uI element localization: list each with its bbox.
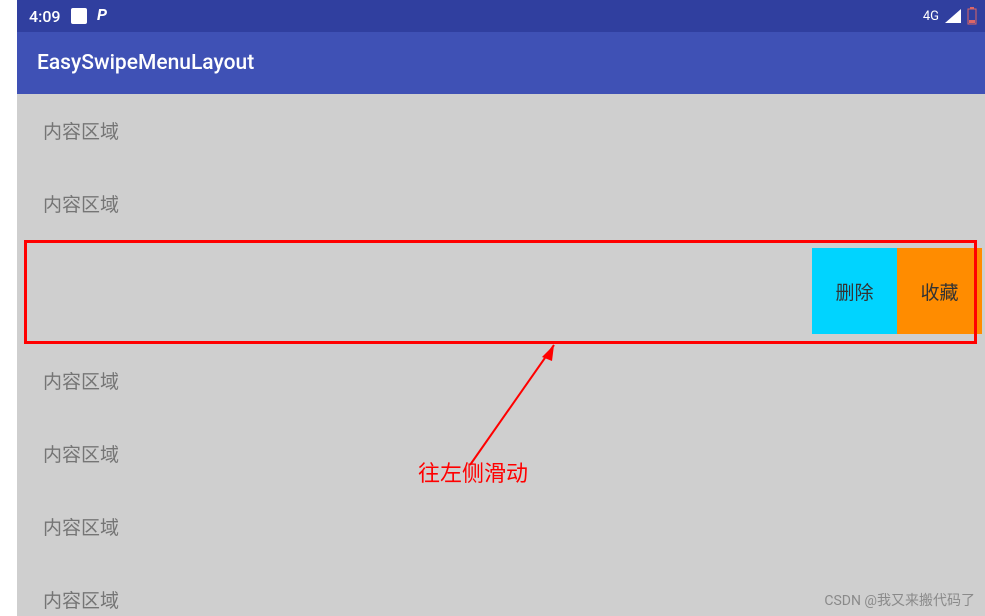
svg-text:P: P [97,6,108,22]
list-item-label: 内容区域 [43,513,119,540]
network-label: 4G [923,9,939,24]
list-item[interactable]: 内容区域 [17,167,985,240]
notification-icon [71,8,87,24]
app-title: EasySwipeMenuLayout [37,51,254,75]
swiped-list-item[interactable]: 删除 收藏 [17,240,985,344]
list[interactable]: 内容区域 内容区域 删除 收藏 内容区域 内容区域 内容区域 [17,94,985,616]
app-bar: EasySwipeMenuLayout [17,32,985,94]
list-item[interactable]: 内容区域 [17,94,985,167]
favorite-button[interactable]: 收藏 [897,248,982,334]
list-item-label: 内容区域 [43,367,119,394]
battery-icon [967,7,977,25]
list-item[interactable]: 内容区域 [17,344,985,417]
status-right: 4G [923,7,977,25]
signal-icon [945,9,961,23]
delete-button-label: 删除 [835,278,873,305]
status-left: 4:09 P [29,6,111,26]
status-bar: 4:09 P 4G [17,0,985,32]
list-item[interactable]: 内容区域 [17,417,985,490]
list-item-label: 内容区域 [43,440,119,467]
list-item-label: 内容区域 [43,190,119,217]
swipe-actions: 删除 收藏 [812,248,982,334]
status-clock: 4:09 [29,7,61,26]
favorite-button-label: 收藏 [920,278,958,305]
delete-button[interactable]: 删除 [812,248,897,334]
watermark: CSDN @我又来搬代码了 [824,590,975,610]
list-item-label: 内容区域 [43,117,119,144]
p-icon: P [97,6,111,26]
list-item[interactable]: 内容区域 [17,490,985,563]
device-screen: 4:09 P 4G EasySwipeMenuLayout 内容区 [17,0,985,616]
list-item-label: 内容区域 [43,586,119,613]
